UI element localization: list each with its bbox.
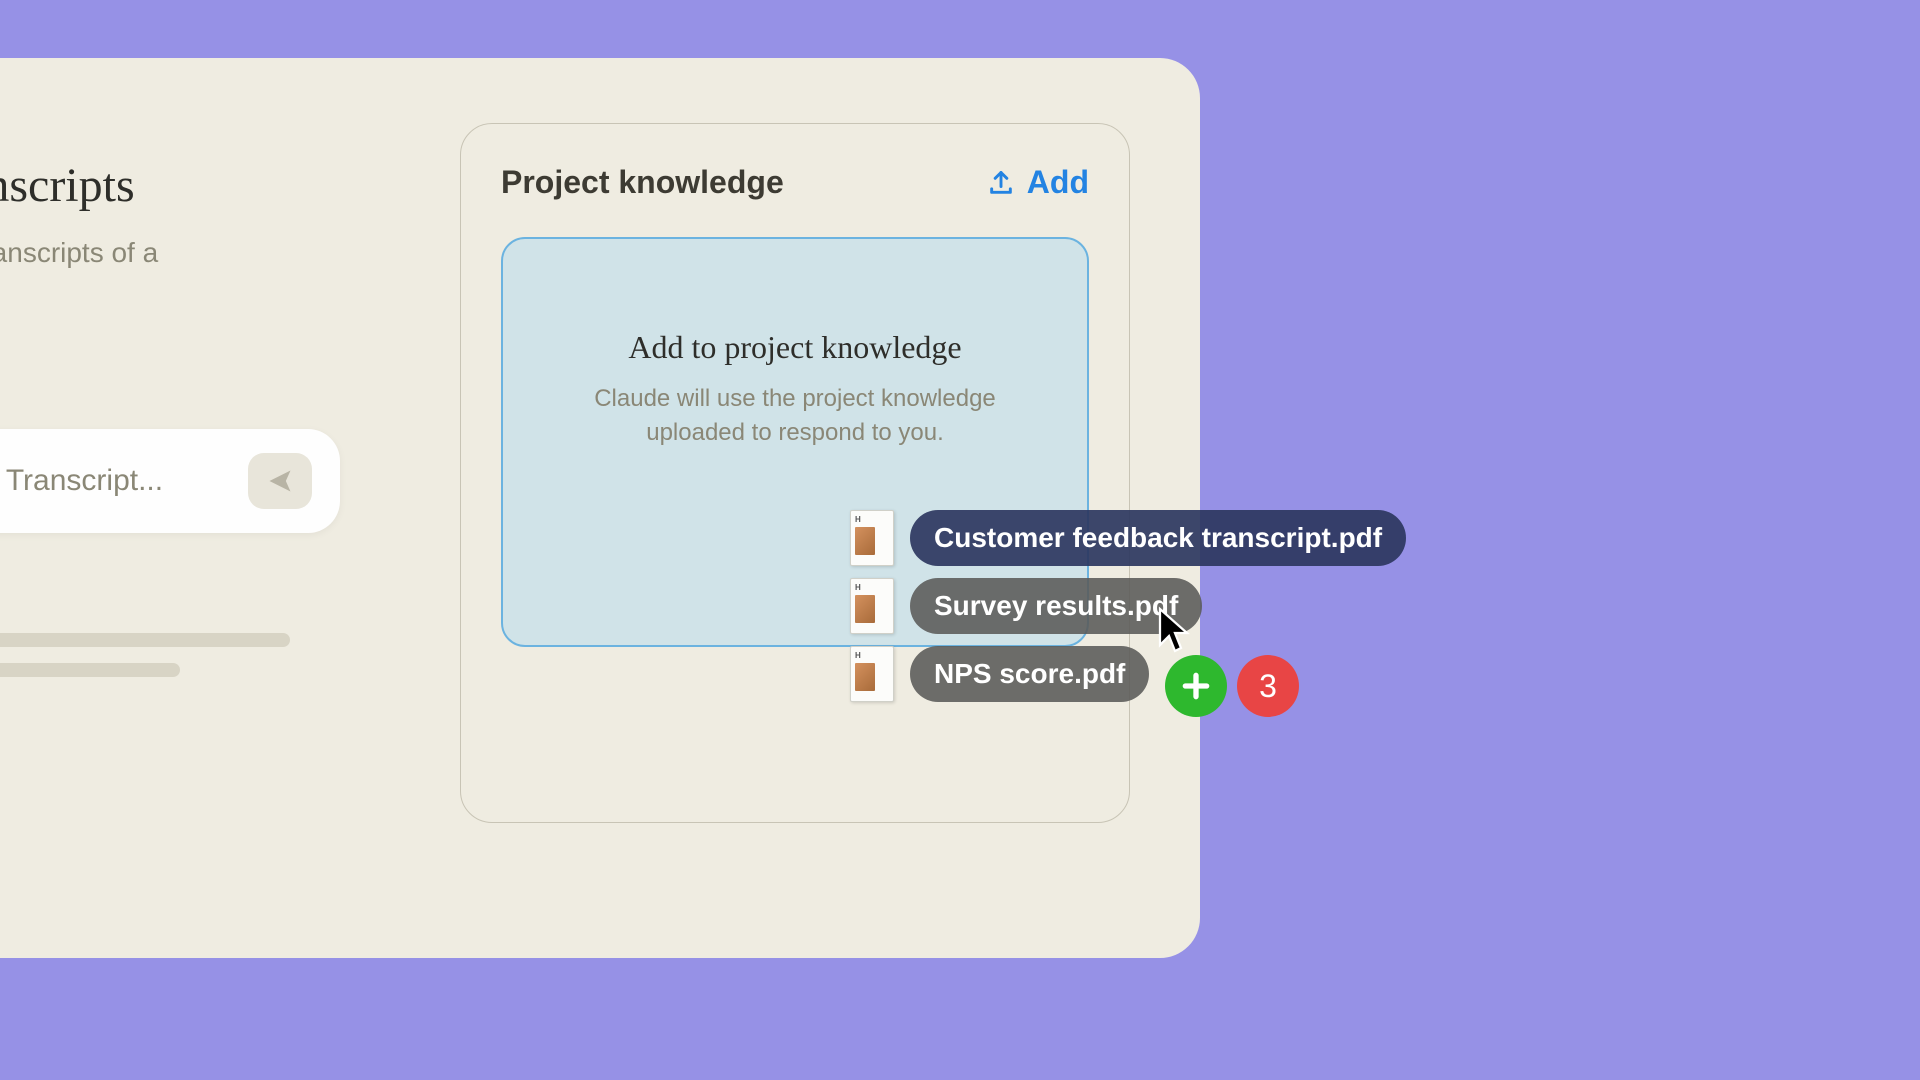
conversation-preview: Ahsam bbox=[0, 633, 340, 738]
message-input[interactable] bbox=[0, 464, 228, 498]
dragged-file-item: NPS score.pdf bbox=[850, 646, 1406, 702]
message-input-container bbox=[0, 429, 340, 533]
main-content: er Call Transcripts ontains the call tra… bbox=[0, 158, 340, 738]
file-thumb-icon bbox=[850, 578, 894, 634]
dragged-file-item: Survey results.pdf bbox=[850, 578, 1406, 634]
dropzone-title: Add to project knowledge bbox=[628, 329, 961, 366]
app-window: er Call Transcripts ontains the call tra… bbox=[0, 58, 1200, 958]
file-label: Customer feedback transcript.pdf bbox=[910, 510, 1406, 566]
cursor-icon bbox=[1155, 606, 1195, 654]
dragged-file-item: Customer feedback transcript.pdf bbox=[850, 510, 1406, 566]
knowledge-sidebar: Project knowledge Add Add to project kno… bbox=[460, 123, 1130, 823]
add-button-label: Add bbox=[1027, 164, 1089, 201]
dragged-file-group[interactable]: Customer feedback transcript.pdf Survey … bbox=[850, 510, 1406, 714]
file-thumb-icon bbox=[850, 510, 894, 566]
description-line-2: stomer, Acme Inc. bbox=[0, 276, 3, 307]
add-knowledge-button[interactable]: Add bbox=[987, 164, 1089, 201]
page-title: er Call Transcripts bbox=[0, 158, 340, 213]
author-name: Ahsam bbox=[0, 707, 340, 738]
send-icon bbox=[266, 467, 294, 495]
file-label: NPS score.pdf bbox=[910, 646, 1149, 702]
upload-icon bbox=[987, 169, 1015, 197]
plus-icon bbox=[1180, 670, 1212, 702]
description-line-1: ontains the call transcripts of a bbox=[0, 237, 158, 268]
skeleton-line bbox=[0, 663, 180, 677]
skeleton-line bbox=[0, 633, 290, 647]
dropzone-description: Claude will use the project knowledge up… bbox=[575, 382, 1015, 449]
count-badge: 3 bbox=[1237, 655, 1299, 717]
sidebar-header: Project knowledge Add bbox=[501, 164, 1089, 201]
sidebar-title: Project knowledge bbox=[501, 164, 784, 201]
plus-badge bbox=[1165, 655, 1227, 717]
page-description: ontains the call transcripts of a stomer… bbox=[0, 233, 340, 311]
drag-badge-group: 3 bbox=[1165, 655, 1299, 717]
send-button[interactable] bbox=[248, 453, 312, 509]
file-thumb-icon bbox=[850, 646, 894, 702]
